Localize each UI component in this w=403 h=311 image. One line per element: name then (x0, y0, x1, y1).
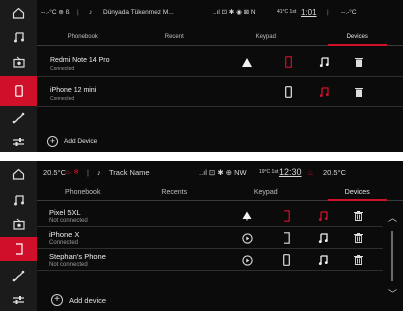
device-name: iPhone 12 mini (50, 87, 97, 94)
now-playing-title: Track Name (109, 167, 150, 177)
phone-icon[interactable] (280, 209, 292, 223)
tab-keypad[interactable]: Keypad (220, 189, 312, 200)
phone-icon[interactable] (280, 253, 292, 267)
music-icon[interactable] (317, 209, 329, 223)
device-row[interactable]: Redmi Note 14 Pro Connected (37, 47, 403, 77)
music-icon[interactable] (0, 26, 37, 48)
clock: 12:30 (279, 167, 302, 177)
device-status: Connected (50, 66, 75, 72)
tab-keypad[interactable]: Keypad (220, 34, 312, 45)
trash-icon[interactable] (352, 231, 364, 245)
add-device-label: Add Device (64, 138, 98, 145)
status-indicators: ..ıl ⊡ ✱ ⊕ NW (199, 167, 247, 177)
tab-devices[interactable]: Devices (312, 34, 403, 46)
comparison-canvas: --.-°C ⊕ ß | ♪ Dünyada Tükenmez M... ..ı… (0, 0, 403, 311)
phone-icon[interactable] (280, 231, 292, 245)
phone-icon[interactable] (0, 237, 37, 261)
media-radio-icon[interactable] (0, 51, 37, 73)
bluetooth-connected-icon[interactable] (241, 56, 253, 68)
sidebar (0, 161, 37, 311)
passenger-temp: 20.5°C (323, 167, 347, 177)
phone-tabs: Phonebook Recent Keypad Devices (37, 34, 403, 46)
home-icon[interactable] (0, 163, 37, 185)
music-note-icon: ♪ (89, 8, 93, 16)
device-name: Pixel 5XL (49, 208, 81, 217)
device-status: Connected (50, 96, 75, 102)
carplay-icon[interactable] (241, 254, 253, 266)
music-icon[interactable] (317, 231, 329, 245)
outside-temp: 20.5°C (43, 167, 67, 177)
tab-phonebook[interactable]: Phonebook (37, 189, 129, 200)
status-bar: --.-°C ⊕ ß | ♪ Dünyada Tükenmez M... ..ı… (37, 0, 403, 24)
plus-icon: + (47, 136, 58, 147)
devices-screen-v2: 20.5°C ♨ ❄ | ♪ Track Name ..ıl ⊡ ✱ ⊕ NW … (0, 161, 403, 311)
music-icon[interactable] (318, 85, 330, 99)
navigation-icon[interactable] (0, 265, 37, 287)
device-status: Not connected (49, 218, 88, 224)
device-status: Not connected (49, 262, 88, 268)
bluetooth-connected-icon[interactable] (241, 210, 253, 222)
sidebar (0, 0, 37, 152)
devices-screen-v1: --.-°C ⊕ ß | ♪ Dünyada Tükenmez M... ..ı… (0, 0, 403, 152)
cabin-temp: 41°C 1st (277, 9, 297, 15)
phone-icon[interactable] (0, 76, 37, 106)
trash-icon[interactable] (353, 55, 365, 69)
music-note-icon: ♪ (97, 167, 101, 177)
cabin-temp: 19°C 1st (259, 169, 279, 175)
tab-recents[interactable]: Recents (129, 189, 221, 200)
status-indicators: ..ıl ⊡ ✱ ◉ ⊠ N (213, 9, 256, 16)
main-panel: 20.5°C ♨ ❄ | ♪ Track Name ..ıl ⊡ ✱ ⊕ NW … (37, 161, 403, 311)
navigation-icon[interactable] (0, 107, 37, 129)
device-row[interactable]: iPhone 12 mini Connected (37, 77, 403, 107)
scrollbar[interactable] (391, 231, 393, 281)
phone-tabs: Phonebook Recents Keypad Devices (37, 189, 403, 201)
device-row[interactable]: Stephan's Phone Not connected (37, 249, 383, 271)
music-icon[interactable] (0, 189, 37, 211)
status-bar: 20.5°C ♨ ❄ | ♪ Track Name ..ıl ⊡ ✱ ⊕ NW … (37, 161, 403, 183)
settings-sliders-icon[interactable] (0, 289, 37, 311)
trash-icon[interactable] (353, 85, 365, 99)
main-panel: --.-°C ⊕ ß | ♪ Dünyada Tükenmez M... ..ı… (37, 0, 403, 152)
device-row[interactable]: Pixel 5XL Not connected (37, 205, 383, 227)
media-radio-icon[interactable] (0, 213, 37, 235)
carplay-icon[interactable] (241, 232, 253, 244)
clock: 1:01 (301, 7, 317, 17)
phone-icon[interactable] (282, 55, 294, 69)
tab-phonebook[interactable]: Phonebook (37, 34, 129, 45)
add-device-button[interactable]: + Add Device (47, 136, 97, 147)
scroll-up-icon[interactable]: ︿ (388, 211, 397, 224)
tab-recent[interactable]: Recent (129, 34, 221, 45)
device-name: Redmi Note 14 Pro (50, 57, 110, 64)
add-device-button[interactable]: + Add device (51, 294, 106, 306)
settings-sliders-icon[interactable] (0, 131, 37, 152)
seat-heat-icon[interactable]: ♨ ❄ (65, 168, 87, 176)
music-icon[interactable] (317, 253, 329, 267)
scroll-down-icon[interactable]: ﹀ (388, 287, 397, 300)
music-icon[interactable] (318, 55, 330, 69)
seat-heat-icon[interactable]: ♨ (307, 168, 323, 177)
plus-icon: + (51, 294, 63, 306)
outside-temp: --.-°C ⊕ ß (41, 9, 70, 16)
device-row[interactable]: iPhone X Connected (37, 227, 383, 249)
phone-icon[interactable] (282, 85, 294, 99)
device-status: Connected (49, 240, 79, 246)
trash-icon[interactable] (352, 253, 364, 267)
trash-icon[interactable] (352, 209, 364, 223)
add-device-label: Add device (69, 295, 107, 305)
tab-devices[interactable]: Devices (312, 189, 403, 201)
home-icon[interactable] (0, 2, 37, 24)
device-name: Stephan's Phone (49, 252, 106, 261)
passenger-temp: --.-°C (341, 8, 357, 16)
device-name: iPhone X (49, 230, 80, 239)
now-playing-title: Dünyada Tükenmez M... (103, 8, 174, 16)
